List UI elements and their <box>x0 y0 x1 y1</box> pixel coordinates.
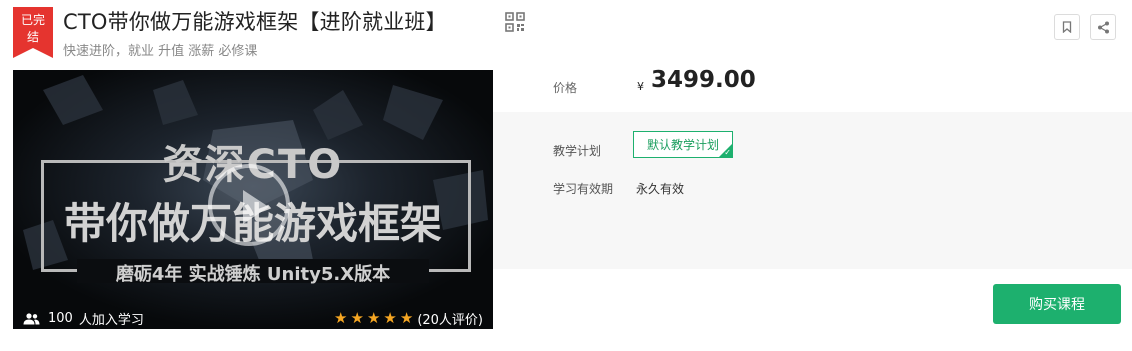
validity-value: 永久有效 <box>636 182 685 196</box>
users-icon <box>23 312 40 324</box>
cover-tagline: 磨砺4年 实战锤炼 Unity5.X版本 <box>115 264 391 285</box>
status-badge-text: 已完结 <box>21 13 46 44</box>
review-count: (20人评价) <box>417 313 483 328</box>
plan-option-label: 默认教学计划 <box>646 138 719 152</box>
star-icon: ★ <box>350 309 364 327</box>
course-header: 已完结 CTO带你做万能游戏框架【进阶就业班】 快速进阶，就业 升值 涨薪 必修… <box>0 0 1132 351</box>
check-icon: ✓ <box>724 148 731 157</box>
bookmark-icon <box>1062 21 1072 33</box>
plan-option-default[interactable]: 默认教学计划 ✓ <box>633 131 733 158</box>
learners-info: 100 人加入学习 <box>23 309 144 328</box>
price-value: 3499.00 <box>651 67 756 93</box>
price-label: 价格 <box>553 81 578 95</box>
play-button[interactable] <box>208 164 290 246</box>
course-cover[interactable]: 资深CTO 带你做万能游戏框架 磨砺4年 实战锤炼 Unity5.X版本 100… <box>13 70 493 329</box>
qrcode-icon[interactable] <box>505 12 525 32</box>
share-icon <box>1097 21 1109 33</box>
course-subtitle: 快速进阶，就业 升值 涨薪 必修课 <box>63 44 258 59</box>
course-title: CTO带你做万能游戏框架【进阶就业班】 <box>63 10 447 34</box>
star-icon: ★ <box>334 309 348 327</box>
play-icon <box>243 190 269 224</box>
status-badge: 已完结 <box>13 7 53 58</box>
share-button[interactable] <box>1090 14 1116 40</box>
buy-course-button[interactable]: 购买课程 <box>993 284 1121 324</box>
star-icon: ★ <box>366 309 381 327</box>
star-icon: ★ <box>383 309 397 327</box>
star-icon: ★ <box>399 309 414 327</box>
learners-text: 人加入学习 <box>78 313 144 328</box>
currency-symbol: ¥ <box>637 80 644 93</box>
plan-label: 教学计划 <box>553 144 602 158</box>
bookmark-button[interactable] <box>1054 14 1080 40</box>
validity-label: 学习有效期 <box>553 182 614 196</box>
rating: ★ ★ ★ ★ ★ (20人评价) <box>331 309 483 329</box>
learners-count: 100 <box>48 311 73 326</box>
